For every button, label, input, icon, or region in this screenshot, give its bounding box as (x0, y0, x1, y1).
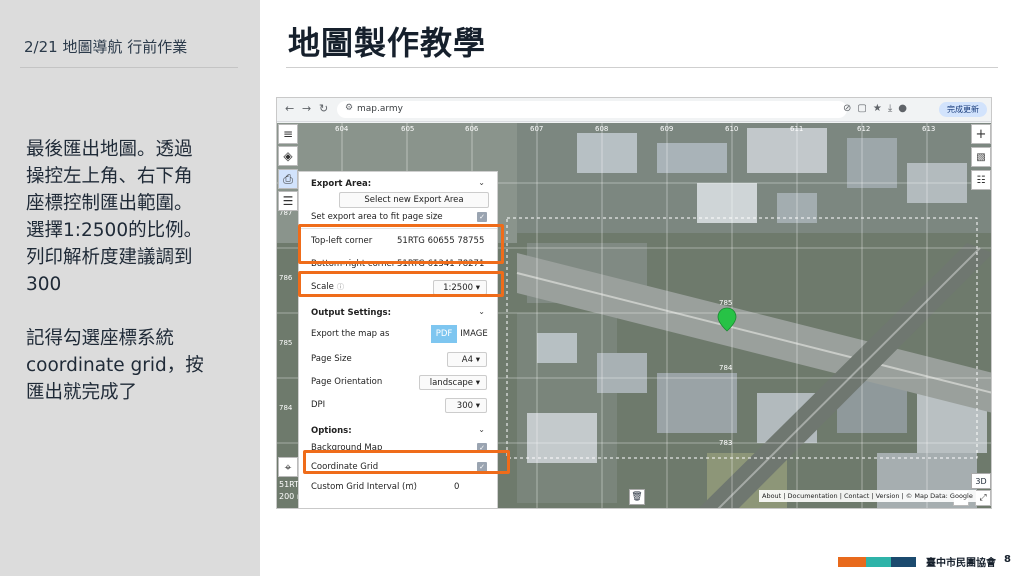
grid-label-top: 606 (465, 125, 479, 133)
page-orientation-label: Page Orientation (311, 377, 383, 387)
map-attribution[interactable]: About | Documentation | Contact | Versio… (759, 490, 976, 502)
instruction-line: 匯出就完成了 (26, 382, 138, 403)
image-icon[interactable]: ▧ (971, 147, 991, 167)
title-divider (286, 67, 998, 68)
sliders-icon[interactable]: ☰ (278, 191, 298, 211)
expand-icon[interactable]: ⤢ (975, 490, 991, 506)
custom-grid-interval-label: Custom Grid Interval (m) (311, 482, 417, 492)
sidebar-panel: 2/21 地圖導航 行前作業 最後匯出地圖。透過 操控左上角、右下角 座標控制匯… (0, 0, 260, 576)
instruction-line: 300 (26, 274, 62, 295)
update-button[interactable]: 完成更新 (939, 102, 987, 117)
instruction-line: 記得勾選座標系統 (26, 328, 175, 349)
grid-label-top: 611 (790, 125, 803, 133)
instruction-line: 座標控制匯出範圍。 (26, 193, 193, 214)
reload-icon[interactable]: ↻ (319, 102, 328, 115)
brand-bar (866, 557, 891, 567)
output-settings-header: Output Settings: (311, 308, 392, 318)
browser-toolbar: ← → ↻ ⚙ map.army ⊘▢★⤓● 完成更新 (277, 98, 991, 122)
forward-icon[interactable]: → (302, 102, 311, 115)
grid-label-left: 784 (279, 404, 293, 412)
fit-page-size-label: Set export area to fit page size (311, 212, 443, 222)
page-size-label: Page Size (311, 354, 352, 364)
url-text: map.army (357, 104, 404, 114)
format-image-button[interactable]: IMAGE (457, 325, 491, 343)
site-info-icon[interactable]: ⚙ (345, 103, 353, 113)
chevron-down-icon[interactable]: ⌄ (478, 307, 485, 316)
breadcrumb: 2/21 地圖導航 行前作業 (24, 38, 188, 56)
map-view[interactable]: 604 605 606 607 608 609 610 611 612 613 … (277, 123, 991, 508)
scale-highlight (298, 271, 504, 297)
instructions: 最後匯出地圖。透過 操控左上角、右下角 座標控制匯出範圍。 選擇1:2500的比… (26, 136, 251, 406)
info-icon: ⓘ (431, 213, 438, 221)
grid-label-top: 605 (401, 125, 414, 133)
grid-label-top: 609 (660, 125, 673, 133)
brand-bar (838, 557, 866, 567)
grid-label-top: 610 (725, 125, 738, 133)
plus-icon[interactable]: + (971, 124, 991, 144)
browser-extension-icons[interactable]: ⊘▢★⤓● (843, 103, 913, 114)
layers-icon[interactable]: ≡ (278, 124, 298, 144)
page-title: 地圖製作教學 (288, 24, 487, 62)
grid-label-mid: 785 (719, 299, 732, 307)
location-icon[interactable]: ⌖ (278, 457, 298, 477)
list-icon[interactable]: ☷ (971, 170, 991, 190)
page-size-value: A4 (461, 355, 474, 365)
page-orientation-select[interactable]: landscape ▾ (419, 375, 487, 390)
page-size-select[interactable]: A4 ▾ (447, 352, 487, 367)
layers-alt-icon[interactable]: ◈ (278, 146, 298, 166)
corner-highlight (298, 224, 504, 264)
dpi-label: DPI (311, 400, 326, 410)
instruction-line: 列印解析度建議調到 (26, 247, 193, 268)
grid-label-mid: 783 (719, 439, 732, 447)
breadcrumb-divider (20, 67, 238, 68)
grid-label-mid: 784 (719, 364, 733, 372)
fit-page-size-checkbox[interactable]: ✓ (477, 212, 487, 222)
chevron-down-icon[interactable]: ⌄ (478, 178, 485, 187)
grid-label-left: 786 (279, 274, 293, 282)
options-header: Options: (311, 426, 352, 436)
export-as-label: Export the map as (311, 329, 390, 339)
instruction-line: coordinate grid，按 (26, 355, 204, 376)
info-icon: ⓘ (409, 483, 416, 491)
grid-label-top: 604 (335, 125, 349, 133)
dpi-value: 300 (456, 401, 474, 411)
grid-label-top: 612 (857, 125, 870, 133)
browser-screenshot: ← → ↻ ⚙ map.army ⊘▢★⤓● 完成更新 604 605 606 … (276, 97, 992, 509)
3d-toggle-button[interactable]: 3D (971, 473, 991, 489)
organization-name: 臺中市民團協會 (926, 558, 996, 569)
grid-label-top: 607 (530, 125, 543, 133)
trash-icon[interactable]: 🗑 (629, 489, 645, 505)
page-number: 8 (1004, 554, 1011, 565)
coordinate-grid-highlight (303, 450, 510, 474)
grid-label-top: 613 (922, 125, 935, 133)
chevron-down-icon[interactable]: ⌄ (478, 425, 485, 434)
select-export-area-button[interactable]: Select new Export Area (339, 192, 489, 208)
print-icon[interactable]: ⎙ (278, 169, 298, 189)
brand-bar (891, 557, 916, 567)
grid-label-top: 608 (595, 125, 608, 133)
instruction-line: 選擇1:2500的比例。 (26, 220, 203, 241)
format-pdf-button[interactable]: PDF (431, 325, 457, 343)
custom-grid-interval-value[interactable]: 0 (454, 482, 459, 492)
back-icon[interactable]: ← (285, 102, 294, 115)
export-area-header: Export Area: (311, 179, 372, 189)
address-bar[interactable] (337, 101, 847, 118)
instruction-line: 操控左上角、右下角 (26, 166, 193, 187)
dpi-select[interactable]: 300 ▾ (445, 398, 487, 413)
instruction-line: 最後匯出地圖。透過 (26, 139, 193, 160)
grid-label-left: 785 (279, 339, 292, 347)
page-orientation-value: landscape (429, 378, 474, 388)
slide: 2/21 地圖導航 行前作業 最後匯出地圖。透過 操控左上角、右下角 座標控制匯… (0, 0, 1024, 576)
